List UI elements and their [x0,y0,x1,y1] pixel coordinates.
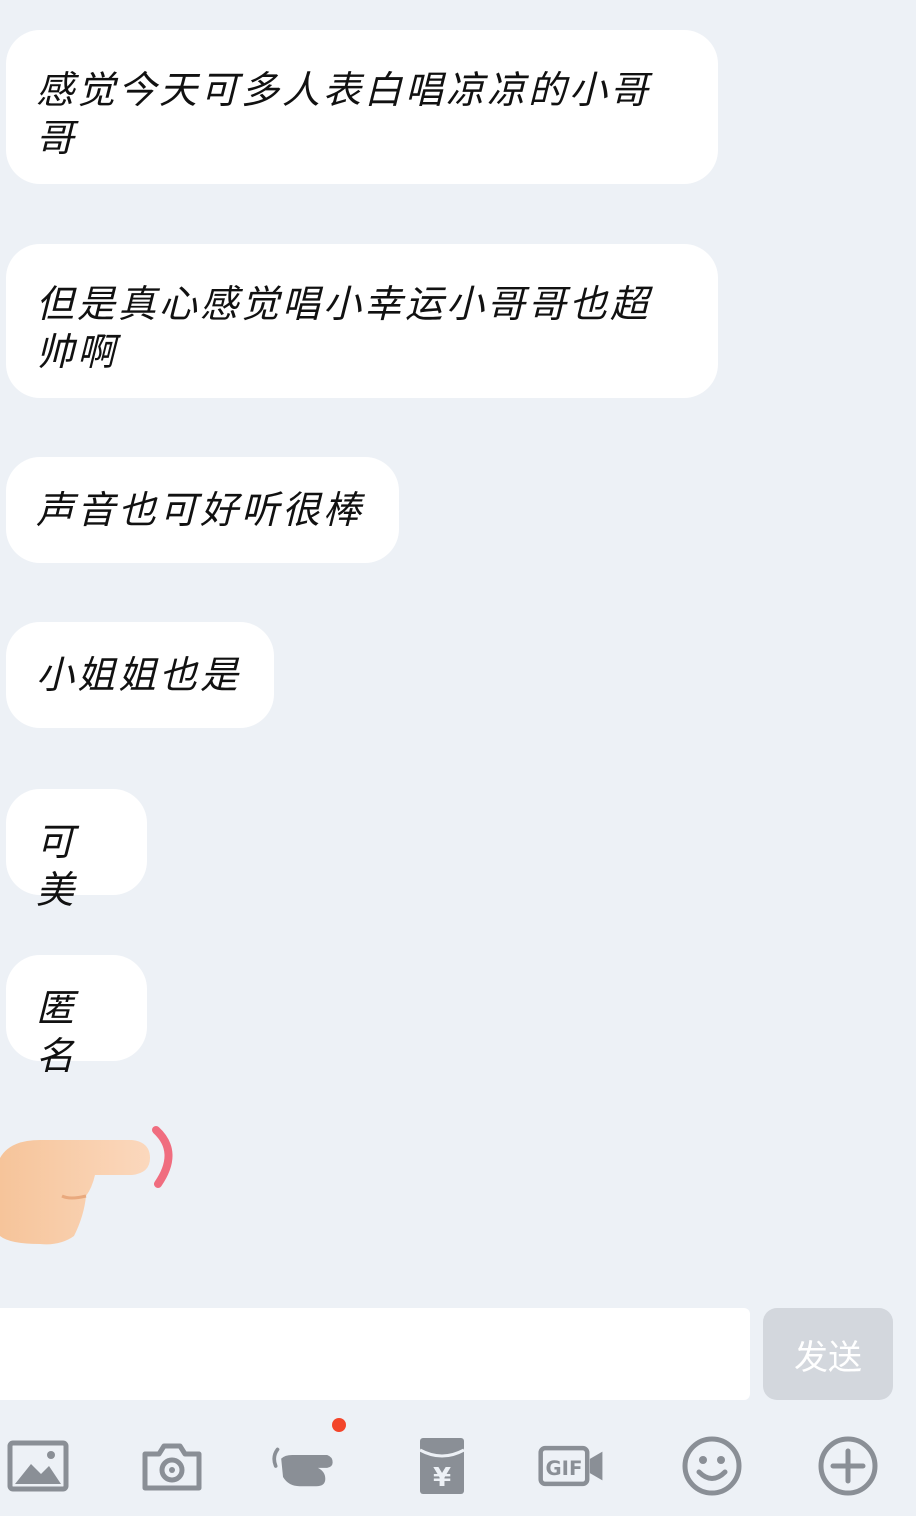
message-line: 小姐姐也是 [36,653,242,697]
poke-icon[interactable] [272,1418,346,1500]
message-bubble[interactable]: 但是真心感觉唱小幸运小哥哥也超 帅啊 [6,244,718,398]
camera-icon[interactable] [138,1432,206,1500]
notification-dot [332,1418,346,1432]
message-input[interactable] [0,1308,750,1400]
toolbar: ¥ GIF [0,1410,916,1516]
message-line: 可美 [36,820,78,912]
message-bubble[interactable]: 小姐姐也是 [6,622,274,728]
gif-icon[interactable]: GIF [538,1432,606,1500]
message-line: 但是真心感觉唱小幸运小哥哥也超 [36,282,652,326]
message-bubble[interactable]: 声音也可好听很棒 [6,457,399,563]
emoji-icon[interactable] [678,1432,746,1500]
message-line: 匿名 [36,986,78,1078]
message-bubble[interactable]: 感觉今天可多人表白唱凉凉的小哥 哥 [6,30,718,184]
svg-text:GIF: GIF [545,1457,582,1480]
image-icon[interactable] [4,1432,72,1500]
message-line: 帅啊 [36,330,119,374]
composer: 发送 [0,1300,916,1410]
message-line: 声音也可好听很棒 [36,488,365,532]
message-line: 感觉今天可多人表白唱凉凉的小哥 [36,68,652,112]
add-icon[interactable] [814,1432,882,1500]
chat-area: 感觉今天可多人表白唱凉凉的小哥 哥 但是真心感觉唱小幸运小哥哥也超 帅啊 声音也… [0,0,916,1300]
message-bubble[interactable]: 可美 [6,789,147,912]
red-packet-icon[interactable]: ¥ [408,1432,476,1500]
message-line: 哥 [36,116,78,160]
poke-hand-icon[interactable] [0,1118,190,1248]
message-bubble[interactable]: 匿名 [6,955,147,1078]
svg-text:¥: ¥ [433,1463,451,1493]
send-button[interactable]: 发送 [763,1308,893,1400]
